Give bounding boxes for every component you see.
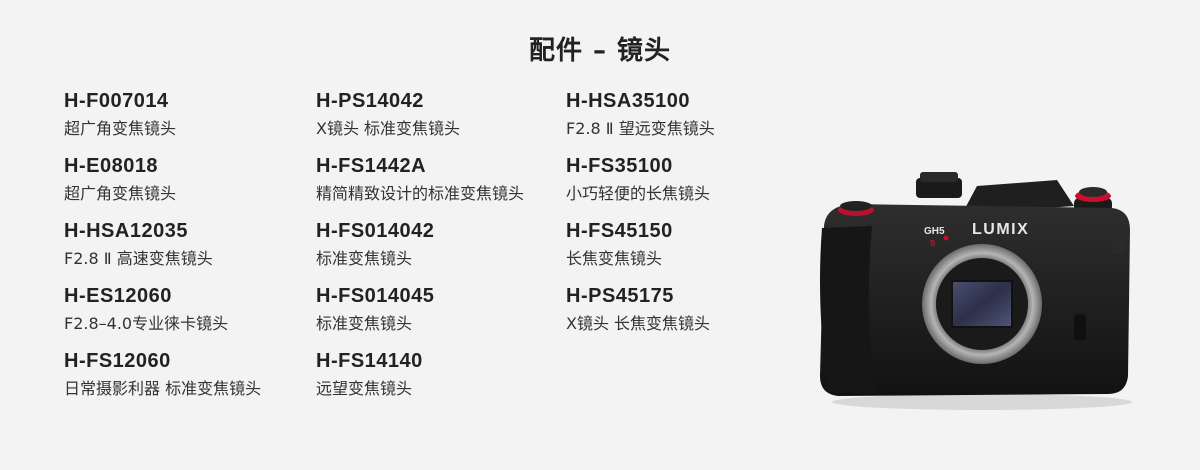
lens-model: H-FS12060	[64, 350, 171, 372]
lens-model: H-FS014042	[316, 220, 435, 242]
lens-item[interactable]: H-FS35100 小巧轻便的长焦镜头	[566, 151, 816, 216]
strap-lug	[1112, 240, 1126, 254]
image-sensor	[952, 281, 1012, 327]
lens-column-3: H-HSA35100 F2.8 Ⅱ 望远变焦镜头 H-FS35100 小巧轻便的…	[566, 86, 816, 346]
lens-item[interactable]: H-HSA12035 F2.8 Ⅱ 高速变焦镜头	[64, 216, 314, 281]
lens-model: H-FS35100	[566, 155, 673, 177]
lens-item[interactable]: H-FS14140 远望变焦镜头	[316, 346, 566, 411]
lens-item[interactable]: H-FS014045 标准变焦镜头	[316, 281, 566, 346]
camera-body-image: LUMIX GH5 S	[820, 172, 1132, 410]
lens-model: H-FS14140	[316, 350, 423, 372]
camera-shadow	[832, 394, 1132, 410]
mount-index-dot	[943, 235, 949, 241]
lens-model: H-HSA12035	[64, 220, 188, 242]
lens-description: 小巧轻便的长焦镜头	[566, 184, 711, 203]
lens-model: H-FS1442A	[316, 155, 427, 177]
lens-description: 超广角变焦镜头	[64, 184, 177, 203]
lens-description: 标准变焦镜头	[316, 249, 413, 268]
lens-description: 超广角变焦镜头	[64, 119, 177, 138]
lens-item[interactable]: H-ES12060 F2.8–4.0专业徕卡镜头	[64, 281, 314, 346]
camera-grip	[820, 226, 876, 394]
camera-model-badge: GH5	[924, 226, 945, 237]
camera-model-sub: S	[930, 239, 936, 248]
lens-model: H-E08018	[64, 155, 159, 177]
lens-item[interactable]: H-HSA35100 F2.8 Ⅱ 望远变焦镜头	[566, 86, 816, 151]
lens-column-2: H-PS14042 X镜头 标准变焦镜头 H-FS1442A 精简精致设计的标准…	[316, 86, 566, 411]
lens-description: 精简精致设计的标准变焦镜头	[316, 184, 525, 203]
lens-accessories-page: 配件 – 镜头 H-F007014 超广角变焦镜头 H-E08018 超广角变焦…	[0, 0, 1200, 470]
lens-description: F2.8–4.0专业徕卡镜头	[64, 314, 229, 333]
side-button	[1074, 314, 1086, 340]
camera-brand: LUMIX	[972, 221, 1029, 238]
lens-description: X镜头 标准变焦镜头	[316, 119, 461, 138]
lens-model: H-FS45150	[566, 220, 673, 242]
lens-model: H-FS014045	[316, 285, 435, 307]
lens-item[interactable]: H-F007014 超广角变焦镜头	[64, 86, 314, 151]
lens-column-1: H-F007014 超广角变焦镜头 H-E08018 超广角变焦镜头 H-HSA…	[64, 86, 314, 411]
lens-item[interactable]: H-PS14042 X镜头 标准变焦镜头	[316, 86, 566, 151]
lens-model: H-PS45175	[566, 285, 674, 307]
lens-model: H-PS14042	[316, 90, 424, 112]
lens-description: X镜头 长焦变焦镜头	[566, 314, 711, 333]
page-title: 配件 – 镜头	[528, 36, 672, 66]
lens-description: F2.8 Ⅱ 高速变焦镜头	[64, 249, 213, 268]
lens-model: H-F007014	[64, 90, 169, 112]
lens-description: F2.8 Ⅱ 望远变焦镜头	[566, 119, 715, 138]
lens-description: 远望变焦镜头	[316, 379, 413, 398]
lens-model: H-ES12060	[64, 285, 172, 307]
lens-item[interactable]: H-FS014042 标准变焦镜头	[316, 216, 566, 281]
lens-item[interactable]: H-FS45150 长焦变焦镜头	[566, 216, 816, 281]
lens-item[interactable]: H-FS1442A 精简精致设计的标准变焦镜头	[316, 151, 566, 216]
lens-description: 长焦变焦镜头	[566, 249, 663, 268]
lens-item[interactable]: H-PS45175 X镜头 长焦变焦镜头	[566, 281, 816, 346]
lens-description: 日常摄影利器 标准变焦镜头	[64, 379, 262, 398]
lens-description: 标准变焦镜头	[316, 314, 413, 333]
lens-item[interactable]: H-FS12060 日常摄影利器 标准变焦镜头	[64, 346, 314, 411]
lens-model: H-HSA35100	[566, 90, 690, 112]
lens-item[interactable]: H-E08018 超广角变焦镜头	[64, 151, 314, 216]
